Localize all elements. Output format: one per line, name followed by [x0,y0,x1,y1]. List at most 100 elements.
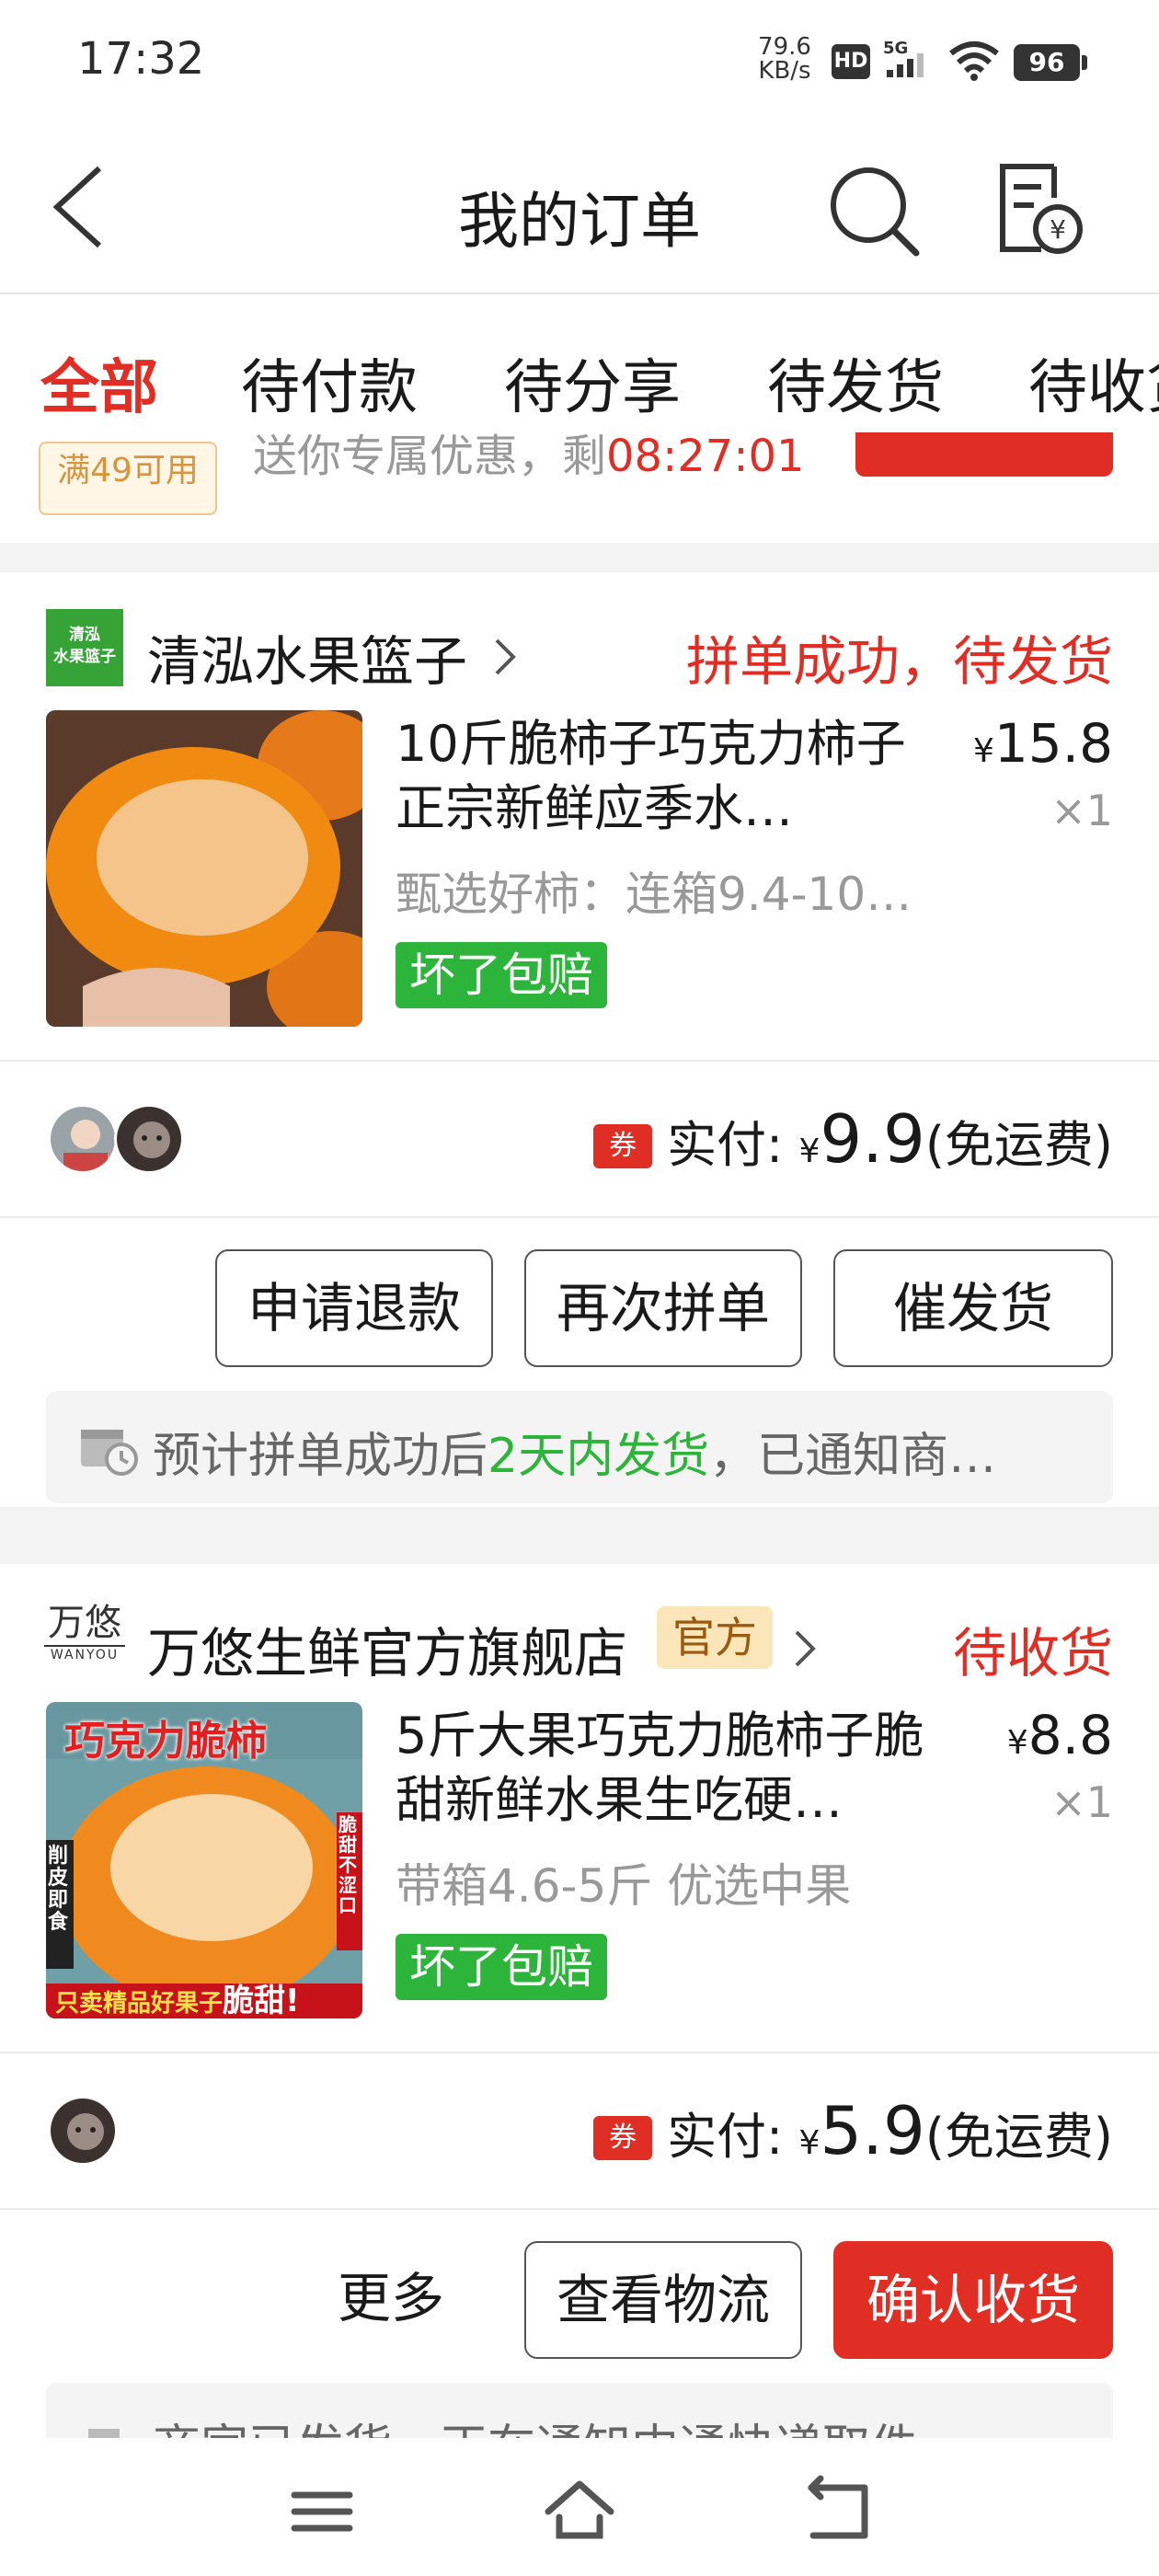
payment-row: 券实付: ¥9.9(免运费) [0,1062,1159,1218]
promo-countdown: 08:27:01 [606,432,805,482]
paid-amount: 券实付: ¥9.9(免运费) [593,1100,1113,1178]
promo-text: 送你专属优惠，剩08:27:01 [253,432,805,480]
notice-prefix: 预计拼单成功后 [153,1429,488,1484]
status-bar: 17:32 79.6 KB/s HD 5G 96 [0,0,1159,124]
payment-row: 券实付: ¥5.9(免运费) [0,2053,1159,2210]
promo-button[interactable] [855,432,1113,477]
paid-value: 5.9 [820,2092,925,2169]
shop-name[interactable]: 万悠生鲜官方旗舰店 [147,1610,627,1687]
image-caption-top: 巧克力脆柿 [64,1718,267,1765]
more-button[interactable]: 更多 [304,2241,478,2359]
svg-text:5G: 5G [883,39,908,58]
calendar-clock-icon [81,1430,138,1476]
confirm-receipt-button[interactable]: 确认收货 [833,2241,1113,2359]
image-caption-right: 脆甜不涩口 [339,1813,357,1916]
order-tabs: 全部 待付款 待分享 待发货 待收货 [0,294,1159,432]
status-time: 17:32 [77,33,205,85]
paid-label: 实付: [667,1116,784,1174]
search-icon[interactable] [826,163,922,259]
shop-logo: 清泓 水果篮子 [46,609,123,686]
order-status: 待收货 [952,1622,1113,1685]
shipping-note: (免运费) [924,1116,1113,1174]
notice-suffix: ，已通知商… [709,1429,997,1484]
notice-text: 预计拼单成功后2天内发货，已通知商… [153,1417,1073,1486]
guarantee-badge: 坏了包赔 [396,942,607,1008]
image-caption-bottom: 只卖精品好果子脆甜! [55,1985,300,2018]
image-caption-left: 削皮即食 [48,1845,69,1934]
promo-label: 送你专属优惠，剩 [253,432,607,482]
tab-all[interactable]: 全部 [40,340,158,425]
avatar [114,1104,184,1174]
divider [0,2208,1159,2210]
urge-shipment-button[interactable]: 催发货 [833,1249,1113,1367]
reorder-button[interactable]: 再次拼单 [524,1249,802,1367]
product-image[interactable]: 巧克力脆柿 削皮即食 脆甜不涩口 只卖精品好果子脆甜! [46,1702,362,2018]
avatar [48,2096,118,2166]
product-quantity: ×1 [1050,1777,1113,1827]
notice-highlight: 2天内发货 [488,1429,710,1484]
wifi-icon [949,41,999,81]
tab-pending-payment[interactable]: 待付款 [241,340,418,425]
svg-text:¥: ¥ [1050,214,1066,245]
price-value: 8.8 [1027,1704,1113,1766]
product-image[interactable] [46,710,362,1027]
back-icon[interactable] [800,2475,874,2548]
price-symbol: ¥ [1006,1724,1028,1762]
refund-button[interactable]: 申请退款 [215,1249,493,1367]
product-spec: 甄选好柿：连箱9.4-10… [396,868,912,921]
paid-amount: 券实付: ¥5.9(免运费) [593,2092,1113,2169]
order-status: 拼单成功，待发货 [685,630,1113,693]
avatar [48,1104,118,1174]
product-title[interactable]: 10斤脆柿子巧克力柿子正宗新鲜应季水… [396,712,947,841]
network-speed-unit: KB/s [758,57,811,85]
shipping-note: (免运费) [924,2108,1113,2166]
signal-5g-icon: 5G [883,39,924,77]
price-symbol: ¥ [972,732,994,770]
shop-logo-subtext: WANYOU [44,1645,125,1663]
coupon-icon: 券 [593,2116,653,2160]
paid-label: 实付: [667,2108,784,2166]
previous-order-card: 满49可用 送你专属优惠，剩08:27:01 [0,432,1159,543]
image-caption-bottom-text: 只卖精品好果子 [55,1990,224,2018]
product-quantity: ×1 [1050,786,1113,835]
tab-pending-shipment[interactable]: 待发货 [767,340,944,425]
image-caption-bottom-big: 脆甜! [223,1983,300,2018]
shop-name[interactable]: 清泓水果篮子 [147,618,467,696]
battery-icon: 96 [1014,44,1087,81]
product-spec: 带箱4.6-5斤 优选中果 [396,1859,852,1913]
order-card: 清泓 水果篮子 清泓水果篮子 拼单成功，待发货 10斤脆柿子巧克力柿子正宗新鲜应季… [0,572,1159,1507]
price-value: 15.8 [993,712,1113,775]
tab-pending-share[interactable]: 待分享 [504,340,681,425]
system-nav-bar [0,2438,1159,2576]
network-speed-value: 79.6 [758,33,811,61]
view-logistics-button[interactable]: 查看物流 [524,2241,802,2359]
product-price: ¥8.8 [1007,1704,1113,1766]
paid-value: 9.9 [820,1100,925,1178]
persimmon-image [46,710,362,1027]
tab-pending-receipt[interactable]: 待收货 [1028,340,1159,425]
paid-symbol: ¥ [798,2124,820,2162]
product-title[interactable]: 5斤大果巧克力脆柿子脆甜新鲜水果生吃硬… [396,1704,947,1833]
paid-symbol: ¥ [798,1133,820,1170]
chevron-right-icon[interactable] [491,637,519,677]
order-card: 万悠 WANYOU 万悠生鲜官方旗舰店 官方 待收货 巧克力脆柿 削皮即食 脆甜… [0,1564,1159,2495]
bill-icon[interactable]: ¥ [993,161,1085,257]
shipping-notice: 预计拼单成功后2天内发货，已通知商… [46,1391,1113,1503]
official-badge: 官方 [657,1606,773,1669]
menu-icon[interactable] [285,2475,359,2548]
chevron-right-icon[interactable] [791,1628,819,1669]
network-speed: 79.6 KB/s [752,35,817,83]
shop-logo: 万悠 WANYOU [44,1601,125,1678]
product-price: ¥15.8 [973,712,1113,775]
guarantee-badge: 坏了包赔 [396,1934,607,2000]
home-icon[interactable] [543,2475,616,2548]
hd-icon: HD [832,44,870,79]
divider [0,1216,1159,1218]
app-header: 我的订单 ¥ [0,124,1159,294]
shop-row[interactable]: 万悠 WANYOU 万悠生鲜官方旗舰店 官方 待收货 [0,1564,1159,1702]
shop-logo-text: 万悠 [48,1602,121,1644]
shop-row[interactable]: 清泓 水果篮子 清泓水果篮子 拼单成功，待发货 [0,572,1159,710]
page-title: 我的订单 [458,186,701,257]
coupon-tag: 满49可用 [39,442,217,515]
coupon-icon: 券 [593,1124,653,1168]
